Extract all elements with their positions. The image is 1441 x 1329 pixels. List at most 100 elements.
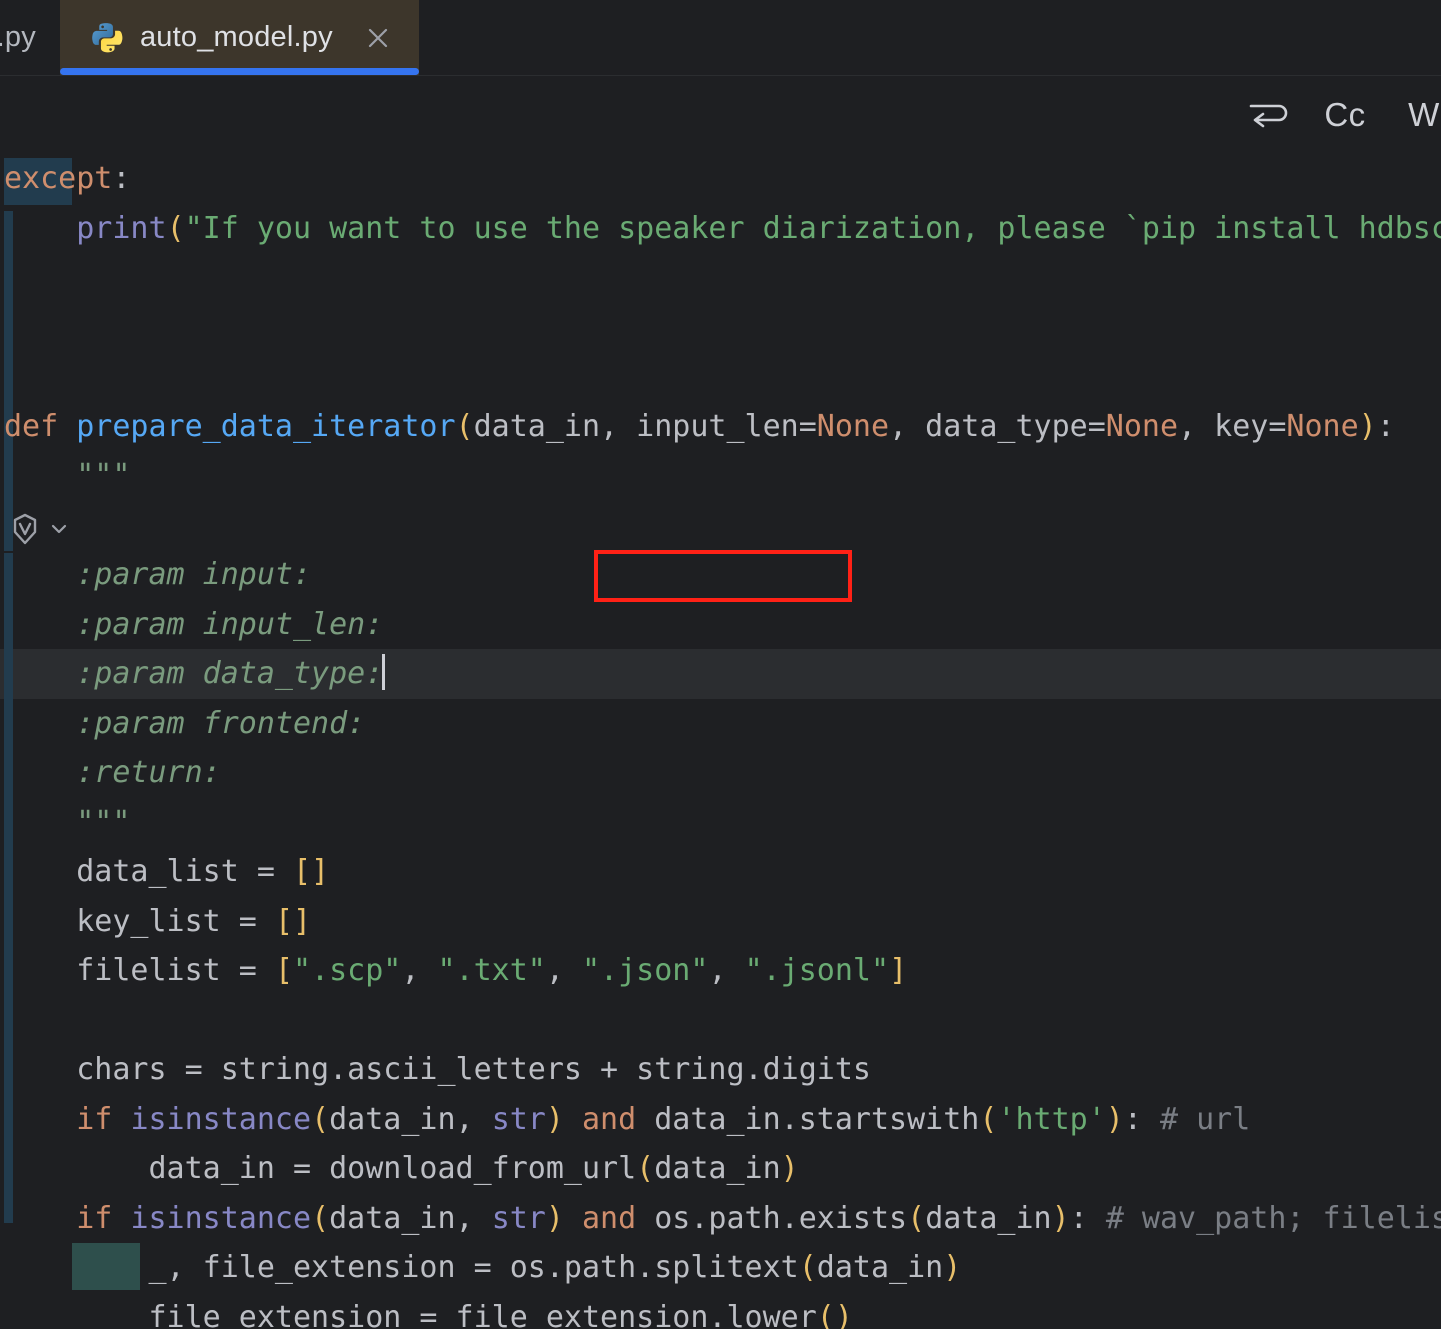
code-line[interactable]: data_in = download_from_url(data_in)	[0, 1144, 1441, 1194]
code-token: """	[76, 805, 130, 840]
code-token: key_list =	[76, 904, 275, 939]
code-token: :	[1377, 409, 1395, 444]
code-line[interactable]: if isinstance(data_in, str) and data_in.…	[0, 1095, 1441, 1145]
code-token: )	[1052, 1201, 1070, 1236]
code-token: isinstance	[130, 1102, 311, 1137]
code-line[interactable]	[0, 352, 1441, 402]
tab-ng-py[interactable]: ng.py	[0, 0, 60, 75]
code-token	[4, 557, 76, 592]
wrap-text-icon[interactable]	[1239, 87, 1295, 143]
code-line[interactable]: filelist = [".scp", ".txt", ".json", ".j…	[0, 946, 1441, 996]
code-line[interactable]: _, file_extension = os.path.splitext(dat…	[0, 1243, 1441, 1293]
code-token: data_in	[817, 1250, 943, 1285]
code-token: ]	[889, 953, 907, 988]
code-token: except	[4, 161, 112, 196]
code-line[interactable]: data_list = []	[0, 847, 1441, 897]
code-token	[4, 1052, 76, 1087]
code-line[interactable]: chars = string.ascii_letters + string.di…	[0, 1045, 1441, 1095]
code-line[interactable]: key_list = []	[0, 897, 1441, 947]
code-token: file_extension = file_extension.lower	[149, 1300, 817, 1329]
code-token	[4, 1201, 76, 1236]
code-token: filelist =	[76, 953, 275, 988]
code-line[interactable]: """	[0, 451, 1441, 501]
code-token	[112, 1201, 130, 1236]
code-token: )	[546, 1102, 564, 1137]
code-token	[4, 1250, 149, 1285]
code-line[interactable]	[0, 303, 1441, 353]
code-token: )	[1106, 1102, 1124, 1137]
gutter-ai-action[interactable]	[8, 512, 70, 546]
code-token: and	[582, 1201, 636, 1236]
code-token: if	[76, 1201, 112, 1236]
code-token: str	[492, 1201, 546, 1236]
code-token	[4, 607, 76, 642]
code-token	[4, 805, 76, 840]
code-line[interactable]: :return:	[0, 748, 1441, 798]
text-caret	[382, 654, 385, 690]
code-line[interactable]	[0, 996, 1441, 1046]
code-content[interactable]: except: print("If you want to use the sp…	[0, 154, 1441, 1329]
code-token: )	[1359, 409, 1377, 444]
code-token: :param input:	[76, 557, 311, 592]
code-line[interactable]: file_extension = file_extension.lower()	[0, 1293, 1441, 1329]
code-line[interactable]: if isinstance(data_in, str) and os.path.…	[0, 1194, 1441, 1244]
code-token: ,	[708, 953, 744, 988]
code-editor[interactable]: except: print("If you want to use the sp…	[0, 154, 1441, 1329]
whole-words-button[interactable]: W	[1393, 87, 1441, 143]
code-token	[4, 1102, 76, 1137]
code-token: ,	[546, 953, 582, 988]
code-token: 'http'	[997, 1102, 1105, 1137]
code-line[interactable]: print("If you want to use the speaker di…	[0, 204, 1441, 254]
code-token	[58, 409, 76, 444]
code-line[interactable]: :param data_type:	[0, 649, 1441, 699]
code-token: str	[492, 1102, 546, 1137]
code-token	[4, 706, 76, 741]
code-token	[4, 1300, 149, 1329]
codegeex-ai-icon	[8, 512, 42, 546]
code-token: def	[4, 409, 58, 444]
code-token: """	[76, 458, 130, 493]
code-token: None	[1286, 409, 1358, 444]
code-token: None	[817, 409, 889, 444]
code-token: , key=	[1178, 409, 1286, 444]
close-icon[interactable]	[361, 21, 395, 55]
tab-auto-model-py[interactable]: auto_model.py	[60, 0, 419, 75]
code-token: ".jsonl"	[745, 953, 890, 988]
match-case-button[interactable]: Cc	[1317, 87, 1373, 143]
tab-label: auto_model.py	[140, 21, 333, 54]
code-token	[4, 854, 76, 889]
code-token	[4, 755, 76, 790]
code-token	[564, 1102, 582, 1137]
code-token: # wav_path; filelist: wa	[1106, 1201, 1441, 1236]
code-token: :param input_len:	[76, 607, 383, 642]
code-token: data_in = download_from_url	[149, 1151, 637, 1186]
chevron-down-icon[interactable]	[48, 518, 70, 540]
code-token: None	[1106, 409, 1178, 444]
code-token: and	[582, 1102, 636, 1137]
code-line[interactable]: :param frontend:	[0, 699, 1441, 749]
code-line[interactable]: """	[0, 798, 1441, 848]
code-token: )	[781, 1151, 799, 1186]
code-token: (	[456, 409, 474, 444]
code-token: ".scp"	[293, 953, 401, 988]
code-token: ".txt"	[438, 953, 546, 988]
code-line[interactable]: :param input_len:	[0, 600, 1441, 650]
code-token	[4, 656, 76, 691]
code-token: data_in, input_len=	[474, 409, 817, 444]
editor-tab-bar: ng.py auto_model.py	[0, 0, 1441, 76]
code-token: :return:	[76, 755, 221, 790]
code-line[interactable]: def prepare_data_iterator(data_in, input…	[0, 402, 1441, 452]
code-line[interactable]: except:	[0, 154, 1441, 204]
code-token: (	[636, 1151, 654, 1186]
code-token: data_list =	[76, 854, 293, 889]
code-token: data_in,	[329, 1201, 492, 1236]
code-token: )	[546, 1201, 564, 1236]
code-token: , data_type=	[889, 409, 1106, 444]
code-line[interactable]	[0, 253, 1441, 303]
code-line[interactable]: :param input:	[0, 550, 1441, 600]
code-token	[4, 953, 76, 988]
code-token: isinstance	[130, 1201, 311, 1236]
code-line[interactable]	[0, 501, 1441, 551]
code-token: (	[817, 1300, 835, 1329]
code-token	[112, 1102, 130, 1137]
